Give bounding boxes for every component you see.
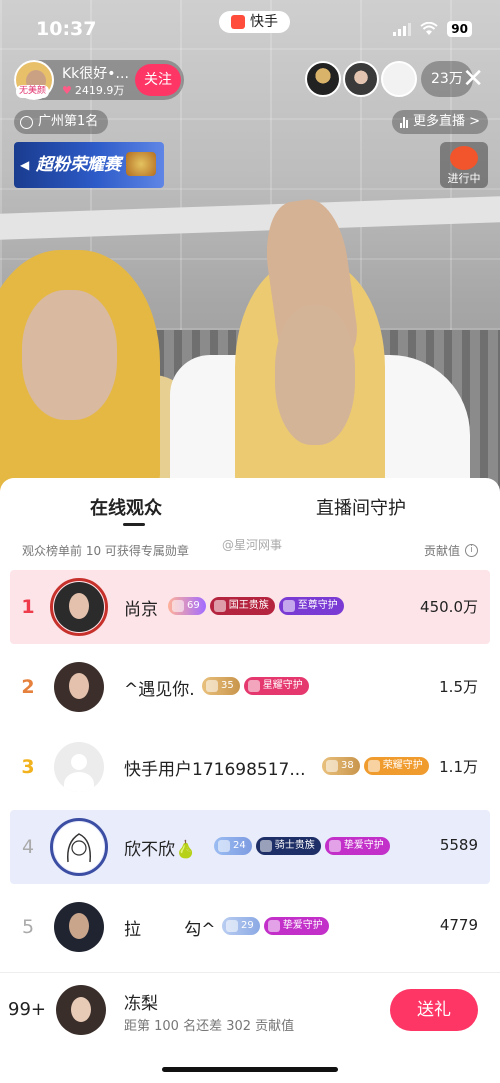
city-rank: 广州第1名	[38, 114, 99, 129]
more-live-label: 更多直播 >	[412, 114, 480, 129]
my-rank-bar: 99+ 冻梨 距第 100 名还差 302 贡献值 送礼	[0, 972, 500, 1083]
badge-group: 35 星耀守护	[202, 677, 309, 695]
city-rank-pill[interactable]: 广州第1名	[14, 110, 109, 134]
star-guard-badge: 星耀守护	[243, 677, 309, 695]
status-bar: 10:37 快手 90	[0, 0, 500, 58]
contribution-label: 贡献值	[423, 544, 460, 558]
beloved-guard-badge: 挚爱守护	[263, 917, 329, 935]
host-likes: ♥ 2419.9万	[62, 82, 124, 98]
table-row[interactable]: 1 尚京 69 国王贵族 至尊守护 450.0万	[10, 570, 490, 644]
host-badge: 无美颜	[16, 85, 50, 98]
host-likes-count: 2419.9万	[74, 84, 125, 97]
avatar-frame	[50, 578, 108, 636]
app-name: 快手	[250, 14, 278, 30]
system-icons: 90	[393, 21, 472, 37]
tab-online-audience[interactable]: 在线观众	[90, 494, 162, 520]
event-banner[interactable]: ◀ 超粉荣耀赛	[14, 142, 164, 188]
viewer-avatars[interactable]: 23万	[305, 61, 473, 97]
user-name[interactable]: 尚京	[124, 595, 158, 620]
info-icon[interactable]: i	[465, 544, 478, 557]
contribution-score: 1.5万	[439, 678, 478, 696]
level-badge: 35	[202, 677, 240, 695]
heart-icon: ♥	[62, 83, 72, 97]
watermark: @星河网事	[222, 538, 283, 552]
tab-guardians[interactable]: 直播间守护	[316, 494, 406, 520]
supreme-guard-badge: 至尊守护	[278, 597, 344, 615]
app-pill: 快手	[219, 11, 290, 33]
badge-group: 69 国王贵族 至尊守护	[168, 597, 344, 615]
viewer-avatar[interactable]	[381, 61, 417, 97]
user-name[interactable]: 拉 勾^	[124, 915, 215, 940]
panel-tabs: 在线观众 直播间守护	[0, 478, 500, 530]
activity-widget[interactable]: 进行中	[440, 142, 488, 188]
trophy-icon	[126, 152, 156, 176]
event-banner-label: 超粉荣耀赛	[36, 155, 121, 175]
beloved-guard-badge: 挚爱守护	[324, 837, 390, 855]
signal-icon	[393, 22, 412, 36]
wifi-icon	[420, 22, 438, 35]
contribution-header[interactable]: 贡献值 i	[424, 542, 478, 559]
level-badge: 24	[214, 837, 252, 855]
user-name[interactable]: 快手用户171698517...	[124, 755, 306, 780]
follow-button[interactable]: 关注	[135, 64, 181, 96]
status-time: 10:37	[36, 18, 97, 40]
ranking-hint: 观众榜单前 10 可获得专属勋章	[22, 544, 189, 558]
contribution-score: 4779	[439, 916, 478, 934]
table-row[interactable]: 4 欣不欣🍐 24 骑士贵族 挚爱守护 5589	[10, 810, 490, 884]
clock-icon	[20, 115, 33, 129]
bars-icon	[399, 116, 408, 128]
battery-level: 90	[447, 21, 472, 37]
rank-number: 2	[21, 676, 35, 698]
badge-group: 38 荣耀守护	[322, 757, 429, 775]
active-tab-indicator	[123, 523, 145, 526]
avatar[interactable]	[54, 902, 104, 952]
rank-number: 1	[21, 596, 35, 618]
host-info[interactable]: 无美颜 Kk很好•... ♥ 2419.9万 关注	[14, 60, 184, 100]
activity-icon	[450, 146, 478, 170]
rank-number: 3	[21, 756, 35, 778]
person-left-face	[22, 290, 117, 420]
knight-noble-badge: 骑士贵族	[255, 837, 321, 855]
avatar[interactable]	[54, 662, 104, 712]
level-badge: 29	[222, 917, 260, 935]
home-indicator[interactable]	[162, 1067, 338, 1072]
send-gift-button[interactable]: 送礼	[390, 989, 478, 1031]
close-icon[interactable]: ✕	[462, 66, 484, 92]
more-live-button[interactable]: 更多直播 >	[391, 110, 488, 134]
default-avatar-icon[interactable]	[54, 742, 104, 792]
level-badge: 38	[322, 757, 360, 775]
contribution-score: 450.0万	[420, 598, 478, 616]
contribution-score: 5589	[439, 836, 478, 854]
avatar-frame	[50, 818, 108, 876]
viewer-avatar[interactable]	[305, 61, 341, 97]
my-avatar[interactable]	[56, 985, 106, 1035]
user-name[interactable]: ^遇见你.	[124, 675, 195, 700]
badge-group: 24 骑士贵族 挚爱守护	[214, 837, 390, 855]
king-noble-badge: 国王贵族	[209, 597, 275, 615]
rank-number: 4	[21, 836, 35, 858]
activity-status: 进行中	[447, 172, 481, 185]
host-name[interactable]: Kk很好•...	[62, 63, 129, 83]
contribution-score: 1.1万	[439, 758, 478, 776]
person-right-face	[275, 305, 355, 445]
kuaishou-logo-icon	[231, 15, 245, 29]
table-row[interactable]: 5 拉 勾^ 29 挚爱守护 4779	[10, 890, 490, 964]
level-badge: 69	[168, 597, 206, 615]
my-rank: 99+	[8, 999, 46, 1020]
caret-left-icon: ◀	[20, 158, 30, 172]
my-name: 冻梨	[124, 994, 158, 1014]
user-name[interactable]: 欣不欣🍐	[124, 835, 196, 860]
rank-number: 5	[21, 916, 35, 938]
my-gap-text: 距第 100 名还差 302 贡献值	[124, 1019, 295, 1034]
honor-guard-badge: 荣耀守护	[363, 757, 429, 775]
badge-group: 29 挚爱守护	[222, 917, 329, 935]
viewer-avatar[interactable]	[343, 61, 379, 97]
table-row[interactable]: 3 快手用户171698517... 38 荣耀守护 1.1万	[10, 730, 490, 804]
table-row[interactable]: 2 ^遇见你. 35 星耀守护 1.5万	[10, 650, 490, 724]
